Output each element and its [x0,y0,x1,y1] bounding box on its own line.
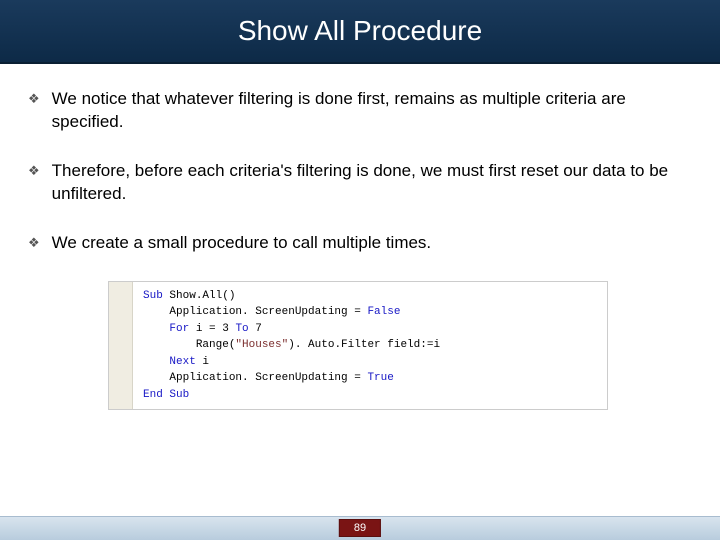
code-keyword: To [235,323,248,335]
code-text: Show.All() [163,290,236,302]
content-area: ❖ We notice that whatever filtering is d… [0,64,720,410]
list-item: ❖ We notice that whatever filtering is d… [28,88,692,134]
code-keyword: Sub [143,290,163,302]
bullet-text: Therefore, before each criteria's filter… [52,160,692,206]
diamond-bullet-icon: ❖ [28,163,40,179]
code-gutter [109,282,133,410]
code-keyword: For [169,323,189,335]
diamond-bullet-icon: ❖ [28,235,40,251]
code-text: Application. ScreenUpdating = [169,306,367,318]
bullet-text: We notice that whatever filtering is don… [52,88,692,134]
page-number: 89 [339,519,381,537]
bullet-text: We create a small procedure to call mult… [52,232,432,255]
code-body: Sub Show.All() Application. ScreenUpdati… [133,282,450,410]
code-text: Range( [196,339,236,351]
header-bar: Show All Procedure [0,0,720,64]
diamond-bullet-icon: ❖ [28,91,40,107]
code-string: "Houses" [235,339,288,351]
code-text: i [196,356,209,368]
code-keyword: End Sub [143,389,189,401]
code-text: Application. ScreenUpdating = [169,372,367,384]
list-item: ❖ We create a small procedure to call mu… [28,232,692,255]
code-text: ). Auto.Filter field:=i [288,339,440,351]
code-text: 7 [249,323,262,335]
code-snippet: Sub Show.All() Application. ScreenUpdati… [108,281,608,411]
code-keyword: False [367,306,400,318]
list-item: ❖ Therefore, before each criteria's filt… [28,160,692,206]
code-keyword: True [367,372,393,384]
page-title: Show All Procedure [238,15,482,47]
code-text: i = 3 [189,323,235,335]
code-keyword: Next [169,356,195,368]
